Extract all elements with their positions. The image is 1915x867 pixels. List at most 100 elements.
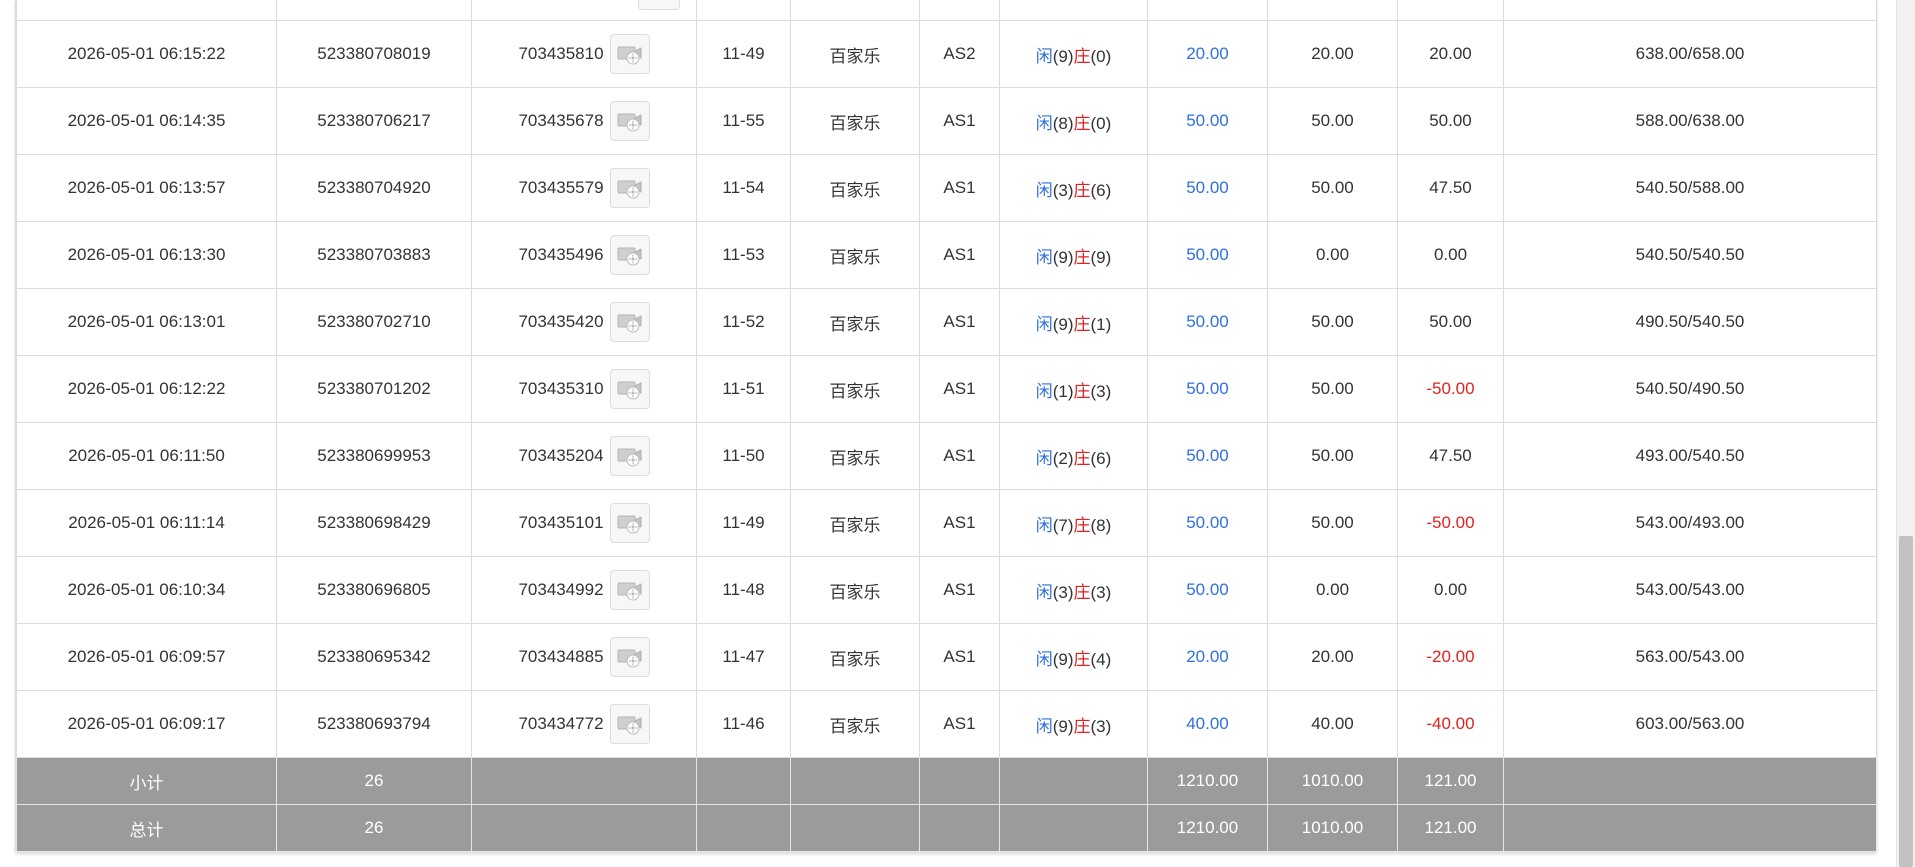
video-replay-icon[interactable] <box>609 34 650 74</box>
result-cell: 闲(3)庄(3) <box>999 556 1148 624</box>
game-type: 百家乐 <box>790 221 920 289</box>
game-type: 百家乐 <box>790 623 920 691</box>
shoe-round: 11-55 <box>696 87 791 155</box>
valid-bet-amount: 0.00 <box>1267 556 1398 624</box>
player-points: (9) <box>1052 314 1074 334</box>
table-body: 2026-05-01 06:15:22 523380708019 703435810… <box>16 0 1877 758</box>
win-loss-amount: 0.00 <box>1397 556 1504 624</box>
balance-change: 540.50/490.50 <box>1503 355 1877 423</box>
table-code: AS1 <box>919 355 1000 423</box>
game-type: 百家乐 <box>790 489 920 557</box>
bet-amount: 50.00 <box>1147 355 1268 423</box>
shoe-round: 11-49 <box>696 20 791 88</box>
player-label: 闲 <box>1035 381 1053 401</box>
video-replay-icon[interactable] <box>609 637 650 677</box>
order-number: 523380706217 <box>276 87 472 155</box>
player-points: (8) <box>1052 113 1074 133</box>
player-label: 闲 <box>1035 46 1053 66</box>
vertical-scrollbar[interactable] <box>1896 0 1915 867</box>
video-replay-icon[interactable] <box>609 101 650 141</box>
game-number-cell: 703434772 <box>471 690 697 758</box>
subtotal-label: 小计 <box>16 757 277 805</box>
shoe-round: 11-50 <box>696 422 791 490</box>
result-cell: 闲(7)庄(8) <box>999 489 1148 557</box>
order-number: 523380695342 <box>276 623 472 691</box>
table-row: 2026-05-01 06:13:01 523380702710 703435420… <box>16 288 1877 356</box>
result-cell: 闲(9)庄(0) <box>999 20 1148 88</box>
win-loss-amount: 47.50 <box>1397 422 1504 490</box>
table-code: AS1 <box>919 489 1000 557</box>
banker-points: (4) <box>1090 649 1112 669</box>
order-number: 523380693794 <box>276 690 472 758</box>
player-points: (9) <box>1052 247 1074 267</box>
table-row: 2026-05-01 06:13:57 523380704920 703435579… <box>16 154 1877 222</box>
bet-amount: 50.00 <box>1147 556 1268 624</box>
player-points: (9) <box>1052 46 1074 66</box>
game-number: 703435101 <box>518 513 604 532</box>
banker-points: (0) <box>1090 46 1112 66</box>
order-number: 523380702710 <box>276 288 472 356</box>
game-number: 703435579 <box>518 178 604 197</box>
balance-change: 588.00/638.00 <box>1503 87 1877 155</box>
banker-label: 庄 <box>1073 381 1091 401</box>
game-number: 703434885 <box>518 647 604 666</box>
player-label: 闲 <box>1035 448 1053 468</box>
player-label: 闲 <box>1035 113 1053 133</box>
balance-change: 638.00/658.00 <box>1503 20 1877 88</box>
game-number-cell: 703435496 <box>471 221 697 289</box>
player-label: 闲 <box>1035 649 1053 669</box>
bet-amount: 20.00 <box>1147 623 1268 691</box>
order-number: 523380703883 <box>276 221 472 289</box>
total-count: 26 <box>276 804 472 852</box>
valid-bet-amount: 50.00 <box>1267 288 1398 356</box>
total-valid-bet: 1010.00 <box>1267 804 1398 852</box>
table-row-partial <box>16 0 1877 21</box>
banker-points: (9) <box>1090 247 1112 267</box>
bet-records-table-wrapper: 2026-05-01 06:15:22 523380708019 703435810… <box>15 0 1877 852</box>
video-replay-icon-graphic <box>617 46 642 65</box>
video-replay-icon[interactable] <box>609 235 650 275</box>
result-cell: 闲(2)庄(6) <box>999 422 1148 490</box>
banker-label: 庄 <box>1073 448 1091 468</box>
video-replay-icon[interactable] <box>638 0 680 10</box>
game-type: 百家乐 <box>790 422 920 490</box>
banker-points: (8) <box>1090 515 1112 535</box>
player-points: (9) <box>1052 649 1074 669</box>
table-code: AS1 <box>919 690 1000 758</box>
subtotal-count: 26 <box>276 757 472 805</box>
video-replay-icon[interactable] <box>609 302 650 342</box>
balance-change: 543.00/493.00 <box>1503 489 1877 557</box>
table-row: 2026-05-01 06:13:30 523380703883 703435496… <box>16 221 1877 289</box>
banker-points: (6) <box>1090 448 1112 468</box>
game-type: 百家乐 <box>790 556 920 624</box>
video-replay-icon[interactable] <box>609 704 650 744</box>
bet-time: 2026-05-01 06:11:50 <box>16 422 277 490</box>
table-code: AS1 <box>919 154 1000 222</box>
video-replay-icon-graphic <box>617 381 642 400</box>
cell <box>919 0 1000 21</box>
video-replay-icon[interactable] <box>609 369 650 409</box>
player-points: (1) <box>1052 381 1074 401</box>
video-replay-icon[interactable] <box>609 503 650 543</box>
video-replay-icon[interactable] <box>609 570 650 610</box>
player-points: (3) <box>1052 180 1074 200</box>
valid-bet-amount: 50.00 <box>1267 422 1398 490</box>
banker-label: 庄 <box>1073 649 1091 669</box>
result-cell: 闲(8)庄(0) <box>999 87 1148 155</box>
summary-body: 小计 26 1210.00 1010.00 121.00 总计 26 1210.… <box>16 757 1877 852</box>
scrollbar-thumb[interactable] <box>1899 536 1913 867</box>
game-number: 703434772 <box>518 714 604 733</box>
cell <box>999 0 1148 21</box>
video-replay-icon[interactable] <box>609 436 650 476</box>
win-loss-amount: 50.00 <box>1397 87 1504 155</box>
balance-change: 563.00/543.00 <box>1503 623 1877 691</box>
order-number: 523380699953 <box>276 422 472 490</box>
game-number: 703434992 <box>518 580 604 599</box>
bet-amount: 50.00 <box>1147 87 1268 155</box>
game-number: 703435420 <box>518 312 604 331</box>
video-replay-icon[interactable] <box>609 168 650 208</box>
cell <box>1147 0 1268 21</box>
game-number: 703435678 <box>518 111 604 130</box>
shoe-round: 11-51 <box>696 355 791 423</box>
game-number-cell: 703434885 <box>471 623 697 691</box>
